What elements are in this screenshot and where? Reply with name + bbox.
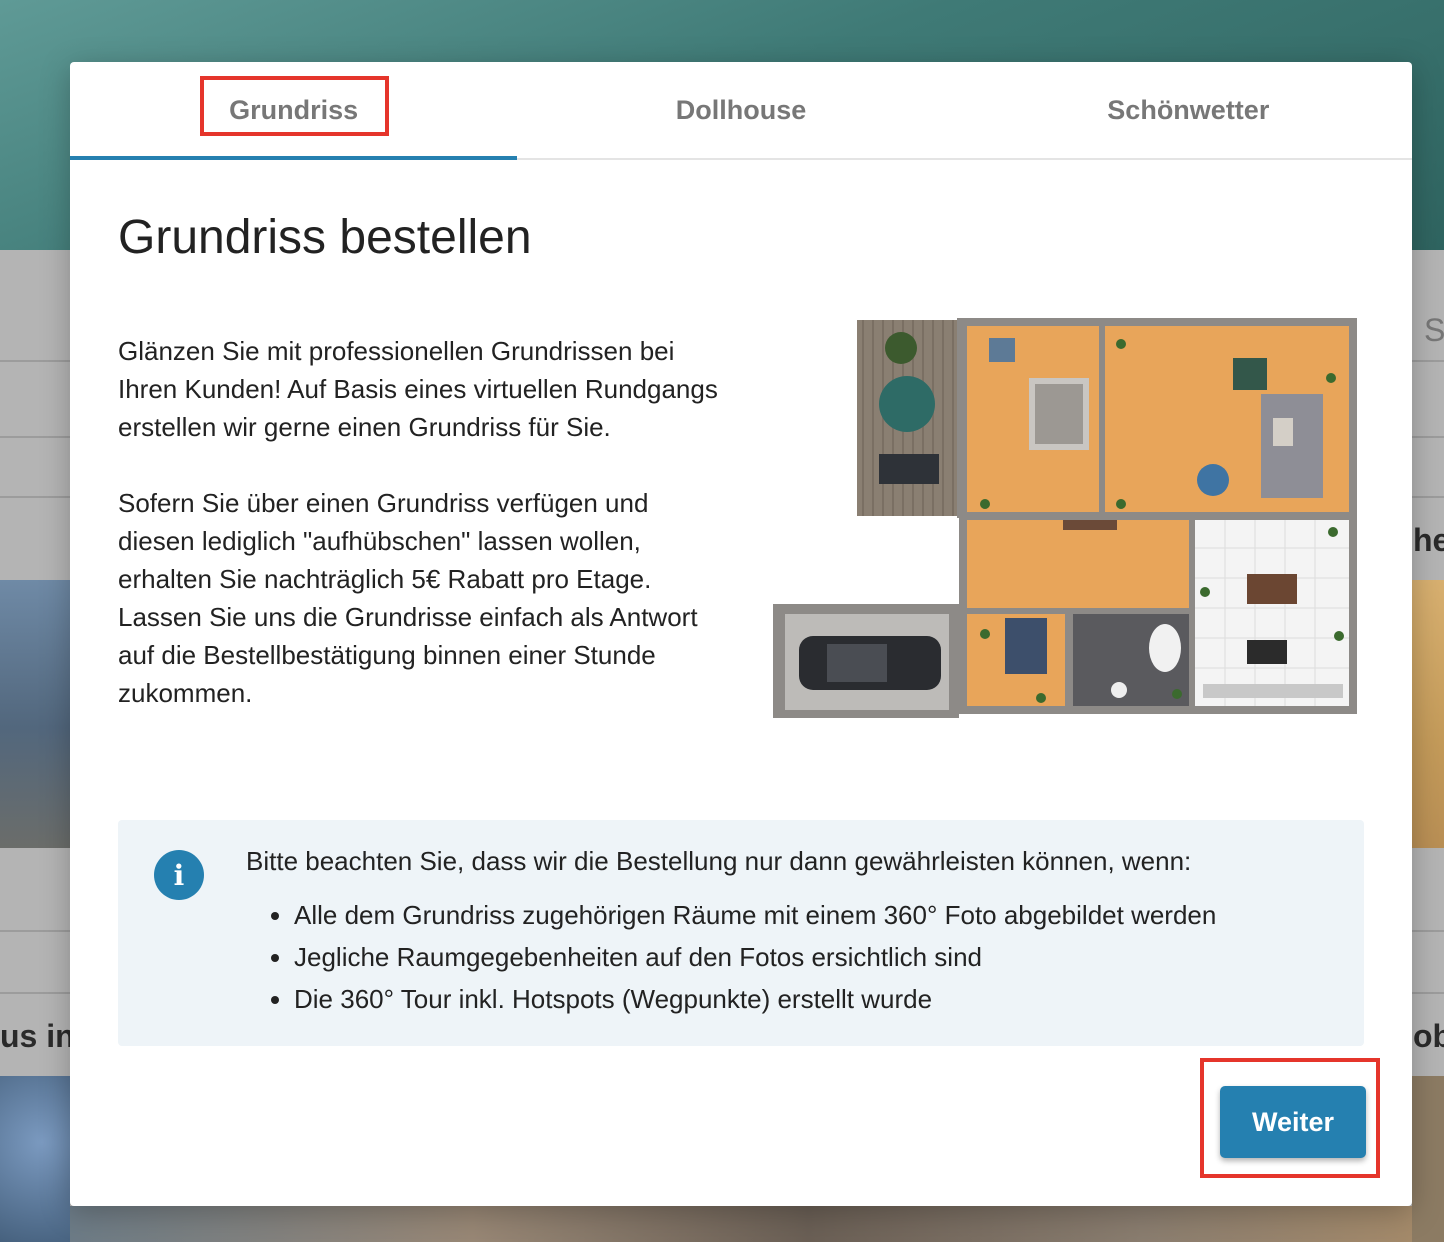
background-text-fragment: ob — [1413, 1018, 1444, 1054]
next-button[interactable]: Weiter — [1220, 1086, 1366, 1158]
background-photo — [1412, 1076, 1444, 1242]
floor-plan-image — [773, 318, 1357, 718]
tab-grundriss[interactable]: Grundriss — [70, 62, 518, 160]
list-item: Alle dem Grundriss zugehörigen Räume mit… — [294, 894, 1216, 936]
notice-text: Bitte beachten Sie, dass wir die Bestell… — [246, 846, 1192, 876]
background-text-fragment: us in — [0, 1018, 75, 1054]
description-paragraph: Glänzen Sie mit professionellen Grundris… — [118, 336, 718, 442]
tab-bar: Grundriss Dollhouse Schönwetter — [70, 62, 1412, 160]
list-item: Jegliche Raumgegebenheiten auf den Fotos… — [294, 936, 1216, 978]
background-photo — [0, 580, 70, 848]
background-text-fragment: he — [1413, 522, 1444, 558]
requirements-list: Alle dem Grundriss zugehörigen Räume mit… — [246, 894, 1216, 1020]
tab-dollhouse[interactable]: Dollhouse — [517, 62, 964, 158]
list-item: Die 360° Tour inkl. Hotspots (Wegpunkte)… — [294, 978, 1216, 1020]
info-icon: i — [154, 850, 204, 900]
background-photo — [1412, 580, 1444, 848]
description-paragraph: Sofern Sie über einen Grundriss verfügen… — [118, 488, 698, 708]
description: Glänzen Sie mit professionellen Grundris… — [118, 332, 728, 750]
notice-box: i Bitte beachten Sie, dass wir die Beste… — [118, 820, 1364, 1046]
order-modal: Grundriss Dollhouse Schönwetter Grundris… — [70, 62, 1412, 1206]
tab-schoenwetter[interactable]: Schönwetter — [965, 62, 1412, 158]
modal-title: Grundriss bestellen — [118, 211, 532, 264]
background-photo — [0, 1076, 70, 1242]
background-text-fragment: S — [1424, 312, 1444, 348]
background-photo-strip — [70, 1206, 1412, 1242]
